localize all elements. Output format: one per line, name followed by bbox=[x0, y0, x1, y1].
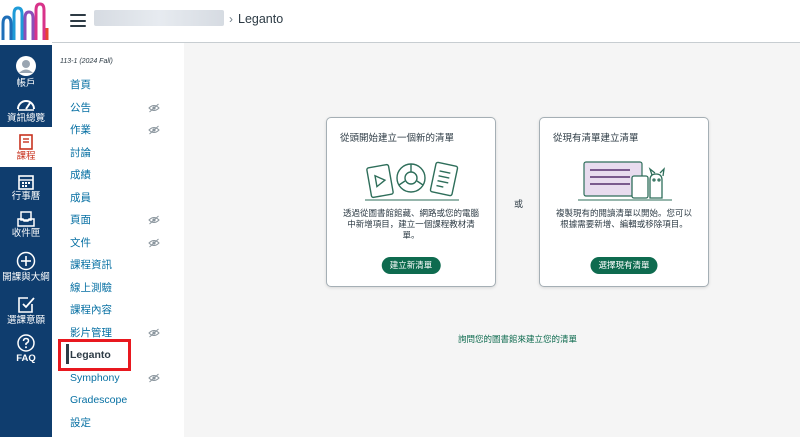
list-copy-illustration-icon bbox=[578, 161, 672, 201]
course-nav-item[interactable]: 作業 bbox=[70, 122, 91, 138]
create-new-list-button[interactable]: 建立新清單 bbox=[381, 257, 441, 274]
course-nav-item[interactable]: 課程內容 bbox=[70, 302, 112, 318]
hamburger-icon-bar bbox=[70, 19, 86, 22]
global-nav-faq[interactable]: FAQ bbox=[0, 334, 52, 364]
hamburger-icon-bar bbox=[70, 25, 86, 27]
breadcrumb-separator: › bbox=[229, 12, 233, 26]
card-title: 從現有清單建立清單 bbox=[553, 133, 639, 144]
or-separator: 或 bbox=[514, 199, 524, 209]
help-icon bbox=[17, 334, 35, 352]
hidden-eye-icon bbox=[148, 373, 160, 383]
course-term: 113-1 (2024 Fall) bbox=[60, 58, 113, 65]
course-nav-item[interactable]: 首頁 bbox=[70, 77, 91, 93]
highlight-box bbox=[58, 339, 131, 371]
course-nav-item[interactable]: Symphony bbox=[70, 370, 120, 386]
course-nav-item[interactable]: 文件 bbox=[70, 235, 91, 251]
course-nav-item[interactable]: 公告 bbox=[70, 100, 91, 116]
global-nav-inbox[interactable]: 收件匣 bbox=[0, 211, 52, 239]
course-nav: 113-1 (2024 Fall) 首頁公告作業討論成績成員頁面文件課程資訊線上… bbox=[52, 43, 184, 437]
ask-library-link[interactable]: 詢問您的圖書館來建立您的清單 bbox=[458, 333, 577, 345]
hidden-eye-icon bbox=[148, 328, 160, 338]
inbox-icon bbox=[17, 211, 35, 227]
course-nav-item[interactable]: 課程資訊 bbox=[70, 257, 112, 273]
course-nav-item[interactable]: 頁面 bbox=[70, 212, 91, 228]
plus-circle-icon bbox=[16, 251, 36, 271]
course-nav-item[interactable]: 討論 bbox=[70, 145, 91, 161]
menu-toggle-button[interactable] bbox=[70, 14, 86, 27]
global-nav-calendar[interactable]: 行事曆 bbox=[0, 174, 52, 202]
create-new-list-card[interactable]: 從頭開始建立一個新的清單 透過從圖書館館藏、網路或您的電腦中新增項目，建立一個課… bbox=[326, 117, 496, 287]
course-nav-item[interactable]: Gradescope bbox=[70, 392, 127, 408]
resources-illustration-icon bbox=[365, 161, 459, 201]
institution-logo[interactable] bbox=[0, 0, 52, 45]
global-nav-label: 資訊總覽 bbox=[6, 113, 45, 124]
breadcrumb-current: Leganto bbox=[238, 12, 284, 26]
global-nav-label: FAQ bbox=[16, 353, 36, 364]
card-description: 透過從圖書館館藏、網路或您的電腦中新增項目，建立一個課程教材清單。 bbox=[342, 208, 479, 240]
breadcrumb-course-link[interactable] bbox=[94, 10, 224, 26]
hamburger-icon-bar bbox=[70, 14, 86, 16]
hidden-eye-icon bbox=[148, 125, 160, 135]
course-nav-item[interactable]: 線上測驗 bbox=[70, 280, 112, 296]
global-nav-label: 收件匣 bbox=[11, 228, 41, 239]
choose-existing-list-button[interactable]: 選擇現有清單 bbox=[590, 257, 658, 274]
courses-icon bbox=[19, 134, 33, 150]
course-nav-item[interactable]: 設定 bbox=[70, 415, 91, 431]
global-nav-label: 課程 bbox=[16, 151, 36, 162]
card-title: 從頭開始建立一個新的清單 bbox=[340, 133, 455, 144]
dashboard-icon bbox=[17, 100, 35, 111]
hidden-eye-icon bbox=[148, 215, 160, 225]
card-description: 複製現有的閱讀清單以開始。您可以根據需要新增、編輯或移除項目。 bbox=[555, 208, 692, 229]
global-nav-courses[interactable]: 課程 bbox=[0, 127, 52, 167]
global-nav: 帳戶 資訊總覽 課程 行事曆 收件匣 開課與大綱 選課意願 FAQ bbox=[0, 0, 52, 437]
avatar-icon bbox=[16, 56, 36, 76]
logo-icon bbox=[1, 2, 49, 40]
hidden-eye-icon bbox=[148, 103, 160, 113]
checkbox-icon bbox=[17, 297, 35, 313]
course-nav-item[interactable]: 成員 bbox=[70, 190, 91, 206]
global-nav-label: 開課與大綱 bbox=[2, 272, 50, 283]
calendar-icon bbox=[18, 175, 34, 190]
main-content: 從頭開始建立一個新的清單 透過從圖書館館藏、網路或您的電腦中新增項目，建立一個課… bbox=[184, 43, 800, 437]
hidden-eye-icon bbox=[148, 238, 160, 248]
global-nav-label: 選課意願 bbox=[6, 315, 45, 326]
global-nav-course-open[interactable]: 開課與大綱 bbox=[0, 251, 52, 283]
global-nav-label: 行事曆 bbox=[11, 191, 41, 202]
page-header: › Leganto bbox=[52, 0, 800, 43]
global-nav-account[interactable]: 帳戶 bbox=[0, 55, 52, 89]
global-nav-dashboard[interactable]: 資訊總覽 bbox=[0, 96, 52, 124]
global-nav-enroll[interactable]: 選課意願 bbox=[0, 295, 52, 326]
global-nav-label: 帳戶 bbox=[16, 78, 36, 89]
existing-list-card[interactable]: 從現有清單建立清單 複製現有的閱讀清單以開始。您可以根據需要新增、編輯或移除項目… bbox=[539, 117, 709, 287]
course-nav-item[interactable]: 成績 bbox=[70, 167, 91, 183]
